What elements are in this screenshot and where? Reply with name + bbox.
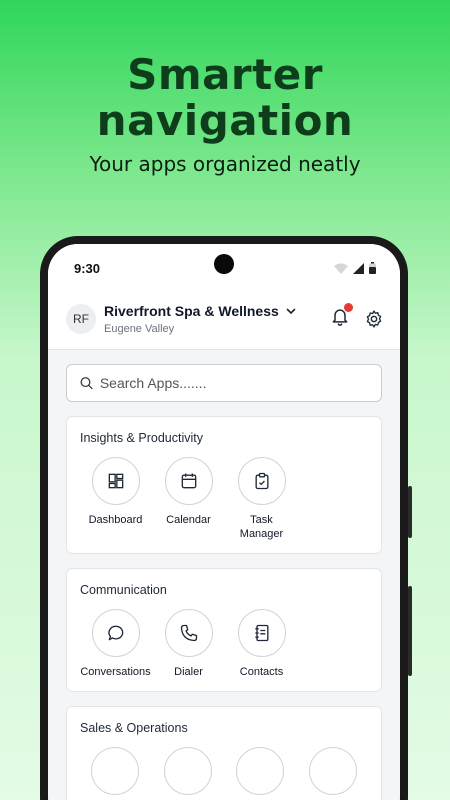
app-label: Contacts	[239, 666, 284, 678]
front-camera	[214, 254, 234, 274]
app-dialer[interactable]: Dialer	[152, 609, 225, 679]
promo-title-line2: navigation	[96, 96, 354, 145]
section-title: Communication	[80, 583, 167, 597]
app-label: Task Manager	[240, 513, 283, 541]
app-header: RF Riverfront Spa & Wellness Eugene Vall…	[48, 288, 400, 350]
app-dashboard[interactable]: Dashboard	[79, 457, 152, 541]
app-label: Dashboard	[88, 514, 143, 526]
app-task-manager[interactable]: Task Manager	[225, 457, 298, 541]
app-label: Dialer	[174, 666, 203, 678]
app-calendar[interactable]: Calendar	[152, 457, 225, 541]
app-label: Conversations	[80, 666, 151, 678]
avatar[interactable]: RF	[66, 303, 96, 334]
status-icons	[334, 258, 376, 274]
contacts-book-icon	[254, 624, 268, 642]
phone-icon	[180, 624, 197, 642]
notifications-button[interactable]	[330, 303, 353, 331]
chat-bubble-icon	[107, 625, 123, 641]
power-button	[408, 586, 412, 676]
battery-icon	[369, 262, 376, 274]
app-placeholder[interactable]	[224, 747, 297, 795]
org-name: Riverfront Spa & Wellness	[104, 302, 279, 319]
phone-frame: 9:30 RF Riverfront Spa & Wellness Eugene…	[40, 236, 412, 800]
section-communication: Communication Conversations Dialer Conta…	[66, 568, 382, 692]
notification-dot	[344, 303, 353, 312]
signal-icon	[353, 262, 364, 274]
search-input[interactable]	[99, 375, 369, 391]
section-title: Sales & Operations	[80, 721, 188, 735]
app-placeholder[interactable]	[152, 747, 225, 795]
volume-button	[408, 486, 412, 538]
status-bar: 9:30	[48, 244, 400, 288]
wifi-icon	[334, 263, 348, 274]
app-placeholder[interactable]	[297, 747, 370, 795]
search-bar[interactable]	[66, 364, 382, 402]
app-conversations[interactable]: Conversations	[79, 609, 152, 679]
search-icon	[80, 377, 93, 390]
org-switcher[interactable]: Riverfront Spa & Wellness Eugene Valley	[104, 303, 330, 335]
org-location: Eugene Valley	[104, 322, 175, 335]
app-placeholder[interactable]	[79, 747, 152, 795]
dashboard-icon	[108, 473, 123, 489]
app-label-line2: Manager	[239, 528, 284, 540]
promo-title-line1: Smarter	[127, 50, 323, 99]
app-label: Calendar	[166, 514, 211, 526]
gear-icon[interactable]	[364, 309, 384, 329]
section-title: Insights & Productivity	[80, 431, 203, 445]
section-sales-operations: Sales & Operations	[66, 706, 382, 800]
app-contacts[interactable]: Contacts	[225, 609, 298, 679]
status-time: 9:30	[74, 260, 101, 276]
section-insights-productivity: Insights & Productivity Dashboard Calend…	[66, 416, 382, 554]
promo-title: Smarter navigation	[0, 52, 450, 144]
calendar-icon	[181, 473, 196, 489]
app-label-line1: Task	[250, 514, 273, 526]
phone-screen: 9:30 RF Riverfront Spa & Wellness Eugene…	[48, 244, 400, 800]
promo-subtitle: Your apps organized neatly	[89, 152, 361, 176]
clipboard-check-icon	[255, 472, 268, 490]
chevron-down-icon	[286, 308, 296, 314]
